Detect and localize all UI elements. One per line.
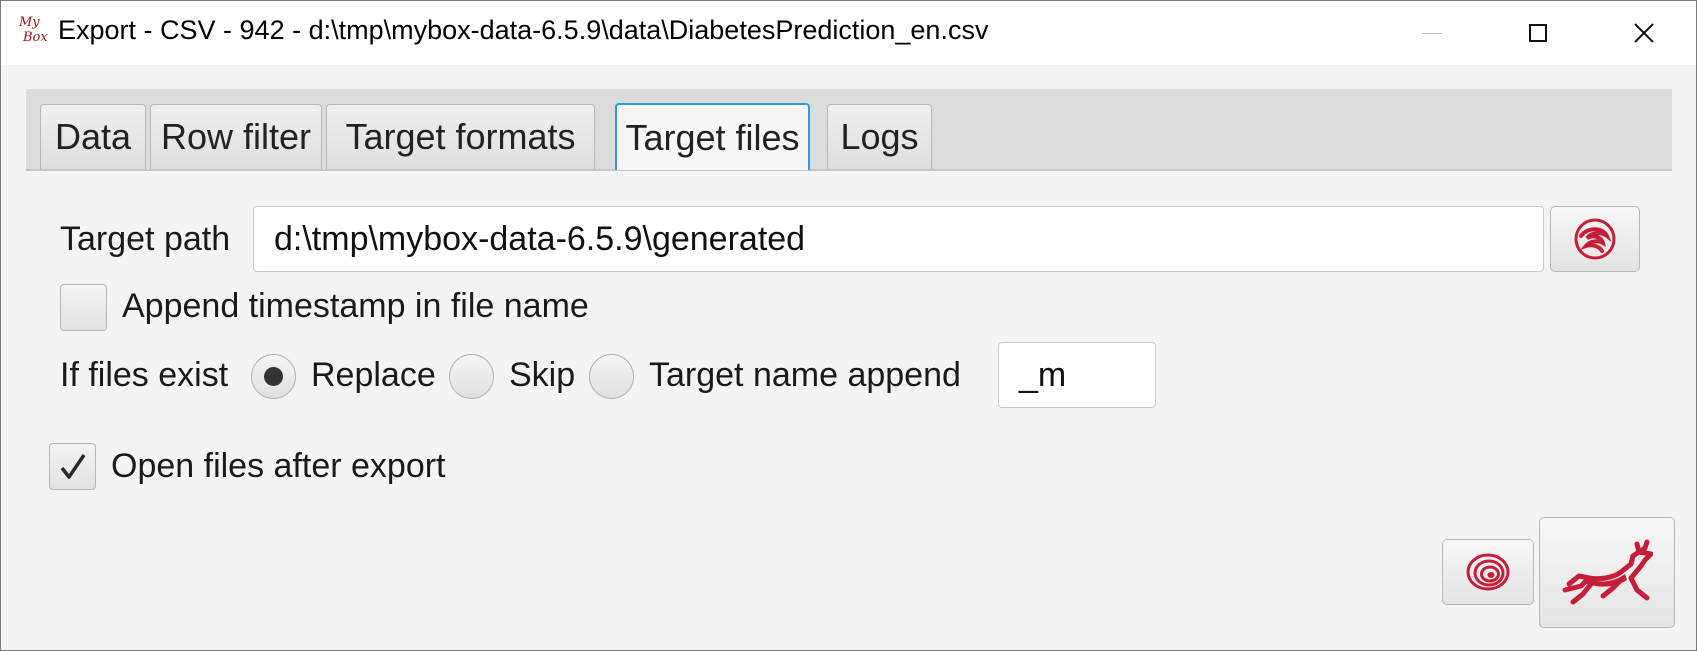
tab-row-filter[interactable]: Row filter (150, 104, 322, 169)
close-icon (1634, 23, 1654, 43)
tab-label: Data (54, 116, 132, 157)
running-deer-icon (1562, 539, 1653, 604)
replace-radio[interactable] (251, 354, 296, 399)
if-files-exist-label: If files exist (60, 356, 229, 394)
target-path-label: Target path (60, 220, 231, 258)
tab-logs[interactable]: Logs (827, 104, 932, 169)
skip-option-label: Skip (509, 356, 576, 394)
title-bar[interactable]: My Box Export - CSV - 942 - d:\tmp\mybox… (1, 1, 1696, 65)
append-timestamp-checkbox[interactable] (60, 284, 107, 331)
recover-button[interactable] (1442, 539, 1534, 605)
replace-option-label: Replace (311, 356, 436, 394)
radio-selected-dot (264, 367, 283, 386)
append-timestamp-label: Append timestamp in file name (122, 287, 589, 325)
tab-label: Row filter (160, 116, 312, 157)
app-logo-icon: My Box (19, 15, 48, 45)
open-files-after-export-checkbox[interactable] (49, 443, 96, 490)
maximize-button[interactable] (1485, 1, 1591, 65)
maximize-icon (1529, 24, 1547, 42)
tab-label: Logs (840, 116, 919, 157)
open-files-after-export-label: Open files after export (111, 447, 446, 485)
tab-data[interactable]: Data (40, 104, 146, 169)
target-path-input[interactable]: d:\tmp\mybox-data-6.5.9\generated (253, 206, 1544, 272)
target-name-append-label: Target name append (649, 356, 961, 394)
minimize-icon (1422, 32, 1442, 34)
start-export-button[interactable] (1539, 517, 1675, 628)
spiral-icon (1466, 553, 1510, 591)
target-name-append-radio[interactable] (589, 354, 634, 399)
skip-radio[interactable] (449, 354, 494, 399)
name-append-input[interactable]: _m (998, 342, 1156, 408)
browse-target-path-button[interactable] (1550, 206, 1640, 272)
tab-label: Target files (625, 116, 800, 158)
tab-target-files[interactable]: Target files (615, 103, 810, 170)
tab-label: Target formats (345, 116, 576, 157)
minimize-button[interactable] (1379, 1, 1485, 65)
mybox-swirl-icon (1574, 218, 1616, 260)
export-window: My Box Export - CSV - 942 - d:\tmp\mybox… (0, 0, 1697, 651)
tab-target-formats[interactable]: Target formats (326, 104, 595, 169)
checkmark-icon (60, 453, 85, 479)
tab-header: Data Row filter Target formats Target fi… (26, 89, 1672, 171)
close-button[interactable] (1591, 1, 1697, 65)
window-title: Export - CSV - 942 - d:\tmp\mybox-data-6… (58, 15, 989, 45)
